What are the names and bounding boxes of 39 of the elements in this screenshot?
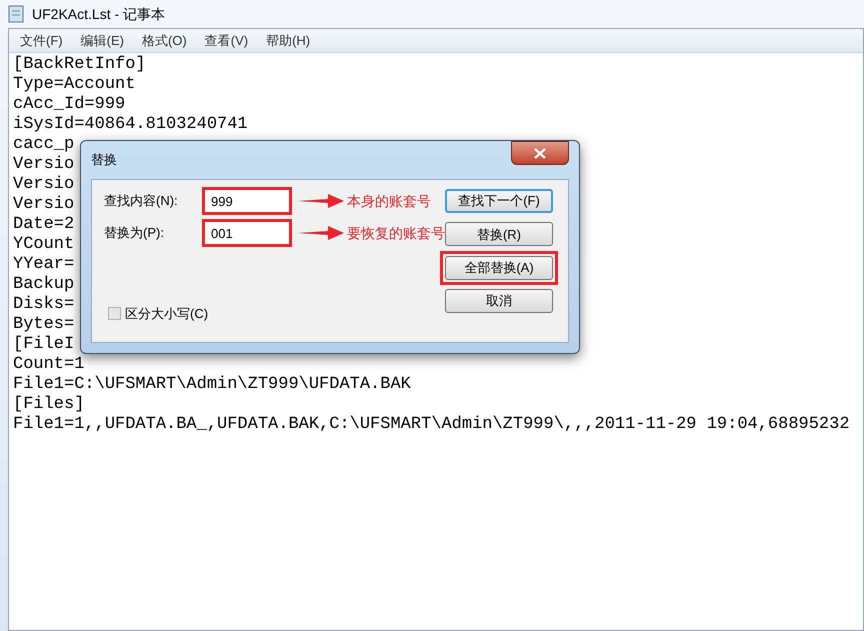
text-line: YYear=: [13, 255, 74, 275]
text-line: Type=Account: [13, 75, 136, 95]
dialog-button[interactable]: 全部替换(A): [445, 256, 553, 280]
text-line: iSysId=40864.8103240741: [13, 115, 248, 135]
menu-item[interactable]: 帮助(H): [259, 30, 318, 50]
annotation-note: 要恢复的账套号: [347, 224, 445, 242]
text-line: YCount: [13, 235, 74, 255]
text-line: cacc_p: [13, 135, 74, 155]
menu-item[interactable]: 查看(V): [198, 30, 256, 50]
dialog-button[interactable]: 取消: [445, 288, 553, 313]
field-label: 替换为(P):: [104, 224, 165, 242]
checkbox-label: 区分大小写(C): [125, 305, 208, 323]
dialog-button[interactable]: 替换(R): [445, 222, 553, 246]
text-line: cAcc_Id=999: [13, 95, 126, 115]
text-line: Backup: [13, 275, 74, 295]
dialog-button[interactable]: 查找下一个(F): [445, 189, 553, 213]
annotation-note: 本身的账套号: [347, 192, 431, 210]
text-line: [FileI: [13, 335, 74, 355]
text-line: Versio: [13, 175, 74, 195]
dialog-title: 替换: [91, 151, 117, 170]
close-icon: [534, 148, 546, 158]
menu-item[interactable]: 格式(O): [134, 30, 194, 50]
field-label: 查找内容(N):: [104, 192, 179, 210]
notepad-icon: [8, 5, 24, 23]
text-line: Bytes=: [13, 315, 74, 335]
text-line: File1=1,,UFDATA.BA_,UFDATA.BAK,C:\UFSMART\Admin\ZT999\,,,2011-11-29 19:04,68895232: [13, 415, 850, 435]
text-line: [BackRetInfo]: [13, 55, 146, 75]
text-line: Date=2: [13, 215, 74, 235]
text-line: [Files]: [13, 395, 84, 415]
text-line: Disks=: [13, 295, 74, 315]
checkbox[interactable]: [108, 307, 121, 320]
text-line: Versio: [13, 195, 74, 215]
menu-item[interactable]: 编辑(E): [74, 30, 131, 50]
text-line: Count=1: [13, 355, 84, 375]
text-line: Versio: [13, 155, 74, 175]
text-line: File1=C:\UFSMART\Admin\ZT999\UFDATA.BAK: [13, 375, 411, 395]
window-title: UF2KAct.Lst - 记事本: [32, 4, 166, 24]
menu-item[interactable]: 文件(F): [13, 30, 70, 50]
close-button[interactable]: [511, 141, 569, 165]
